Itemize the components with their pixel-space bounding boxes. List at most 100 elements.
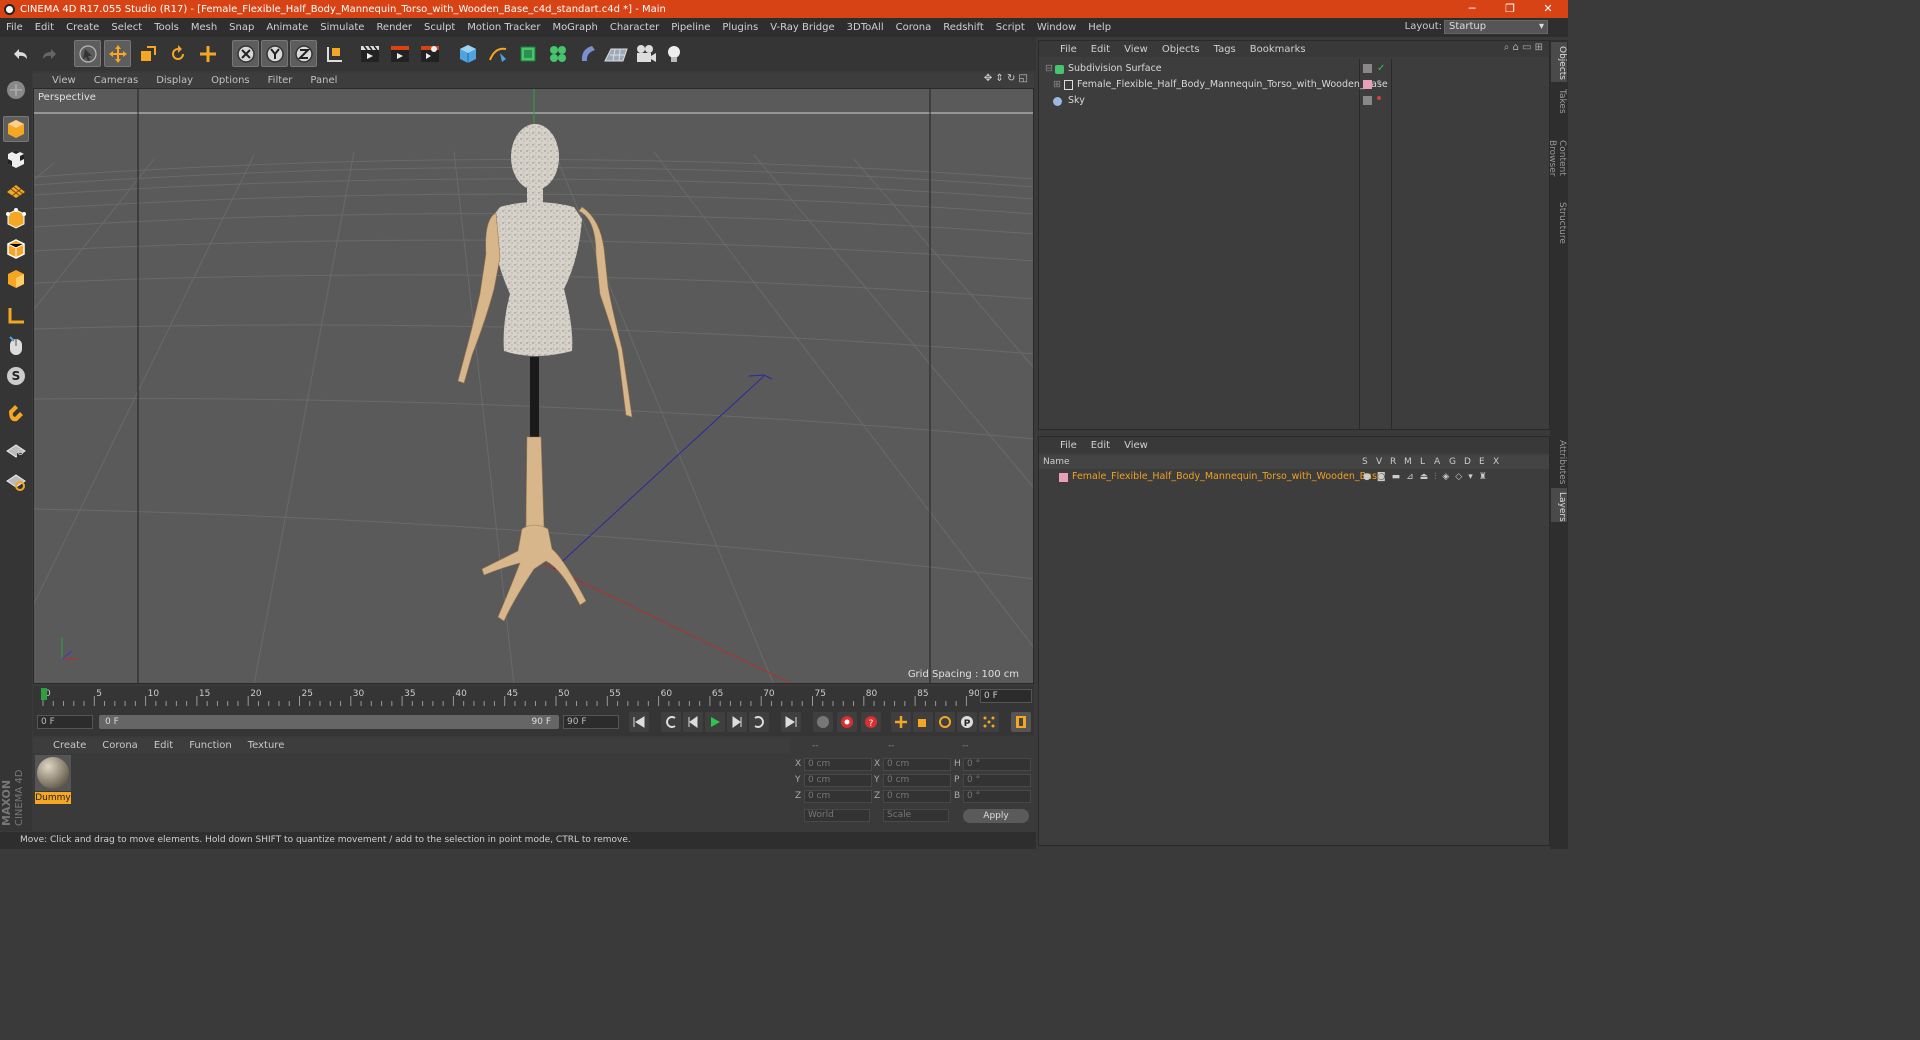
edges-mode-button[interactable] bbox=[3, 236, 29, 262]
menu-3dtoall[interactable]: 3DToAll bbox=[841, 22, 890, 33]
menu-mesh[interactable]: Mesh bbox=[185, 22, 223, 33]
menu-sculpt[interactable]: Sculpt bbox=[418, 22, 461, 33]
layer-flag-x[interactable]: X bbox=[1493, 455, 1499, 469]
prev-frame-button[interactable] bbox=[683, 712, 703, 732]
menu-tools[interactable]: Tools bbox=[148, 22, 185, 33]
record-active-button[interactable] bbox=[837, 712, 857, 732]
scale-tool-button[interactable] bbox=[134, 40, 161, 67]
tab-attributes[interactable]: Attributes bbox=[1551, 436, 1567, 486]
tab-layers[interactable]: Layers bbox=[1551, 488, 1567, 522]
tab-objects[interactable]: Objects bbox=[1551, 42, 1567, 82]
x-axis-button[interactable] bbox=[232, 40, 259, 67]
tab-content-browser[interactable]: Content Browser bbox=[1547, 120, 1567, 196]
menu-snap[interactable]: Snap bbox=[223, 22, 260, 33]
om-menu-tags[interactable]: Tags bbox=[1207, 44, 1243, 55]
size-y-field[interactable]: 0 cm bbox=[883, 774, 951, 787]
move-tool-button[interactable] bbox=[104, 40, 131, 67]
spline-pen-button[interactable] bbox=[484, 40, 511, 67]
layer-row[interactable]: Female_Flexible_Half_Body_Mannequin_Tors… bbox=[1039, 469, 1549, 485]
rotation-b-field[interactable]: 0 ° bbox=[963, 790, 1031, 803]
grid-enable-button[interactable] bbox=[3, 469, 29, 495]
mograph-cloner-button[interactable] bbox=[544, 40, 571, 67]
floor-button[interactable] bbox=[602, 40, 629, 67]
layer-flag-d[interactable]: D bbox=[1464, 455, 1471, 469]
viewport-menu-panel[interactable]: Panel bbox=[301, 75, 346, 86]
menu-mograph[interactable]: MoGraph bbox=[546, 22, 603, 33]
material-swatch-dummy[interactable]: Dummy bbox=[35, 755, 71, 805]
menu-window[interactable]: Window bbox=[1031, 22, 1082, 33]
next-keyframe-button[interactable] bbox=[749, 712, 769, 732]
menu-plugins[interactable]: Plugins bbox=[716, 22, 764, 33]
solo-button[interactable]: S bbox=[3, 363, 29, 389]
lm-menu-edit[interactable]: Edit bbox=[1084, 440, 1117, 451]
key-pla-button[interactable] bbox=[979, 712, 999, 732]
menu-pipeline[interactable]: Pipeline bbox=[665, 22, 716, 33]
menu-corona[interactable]: Corona bbox=[890, 22, 938, 33]
layer-color-icon[interactable] bbox=[1363, 80, 1372, 89]
viewport-menu-cameras[interactable]: Cameras bbox=[85, 75, 147, 86]
y-axis-button[interactable] bbox=[261, 40, 288, 67]
menu-create[interactable]: Create bbox=[60, 22, 105, 33]
position-z-field[interactable]: 0 cm bbox=[804, 790, 872, 803]
menu-script[interactable]: Script bbox=[990, 22, 1031, 33]
om-menu-edit[interactable]: Edit bbox=[1084, 44, 1117, 55]
om-menu-view[interactable]: View bbox=[1117, 44, 1155, 55]
prev-keyframe-button[interactable] bbox=[661, 712, 681, 732]
lm-menu-view[interactable]: View bbox=[1117, 440, 1155, 451]
material-menu-corona[interactable]: Corona bbox=[94, 740, 146, 751]
position-x-field[interactable]: 0 cm bbox=[804, 758, 872, 771]
cube-primitive-button[interactable] bbox=[454, 40, 481, 67]
apply-button[interactable]: Apply bbox=[963, 809, 1029, 823]
object-row[interactable]: Sky bbox=[1039, 93, 1549, 109]
layer-flag-icons[interactable]: ●◙▬⊿⏏⫶◈◇▾♜ bbox=[1363, 469, 1493, 485]
make-editable-button[interactable] bbox=[3, 77, 29, 103]
model-mode-button[interactable] bbox=[3, 116, 29, 142]
om-menu-file[interactable]: File bbox=[1053, 44, 1084, 55]
rotate-tool-button[interactable] bbox=[164, 40, 191, 67]
timeline-window-button[interactable] bbox=[1011, 712, 1031, 732]
search-icon[interactable]: ⌕ ⌂ ▭ ⊞ bbox=[1504, 42, 1543, 53]
render-view-button[interactable] bbox=[356, 40, 383, 67]
menu-redshift[interactable]: Redshift bbox=[937, 22, 990, 33]
goto-end-button[interactable] bbox=[781, 712, 801, 732]
size-mode-dropdown[interactable]: Scale bbox=[883, 809, 949, 822]
menu-vray-bridge[interactable]: V-Ray Bridge bbox=[764, 22, 840, 33]
deformer-button[interactable] bbox=[574, 40, 601, 67]
viewport-nav-icons[interactable]: ✥ ⇕ ↻ ◱ bbox=[984, 73, 1028, 84]
tab-takes[interactable]: Takes bbox=[1551, 84, 1567, 118]
key-param-button[interactable]: P bbox=[957, 712, 977, 732]
render-to-picture-viewer-button[interactable] bbox=[386, 40, 413, 67]
enabled-check-icon[interactable]: ✓ bbox=[1377, 61, 1385, 77]
tweak-mode-button[interactable] bbox=[3, 333, 29, 359]
close-button[interactable]: ✕ bbox=[1530, 0, 1566, 18]
viewport-menu-filter[interactable]: Filter bbox=[259, 75, 302, 86]
restore-button[interactable]: ❐ bbox=[1492, 0, 1528, 18]
layer-flag-m[interactable]: M bbox=[1404, 455, 1412, 469]
layout-dropdown[interactable]: Startup ▾ bbox=[1444, 20, 1548, 34]
layer-flag-e[interactable]: E bbox=[1479, 455, 1485, 469]
layer-flag-r[interactable]: R bbox=[1390, 455, 1396, 469]
undo-button[interactable] bbox=[6, 40, 33, 67]
menu-help[interactable]: Help bbox=[1082, 22, 1117, 33]
object-row[interactable]: ⊟ Subdivision Surface ✓ bbox=[1039, 61, 1549, 77]
record-disabled-button[interactable] bbox=[813, 712, 833, 732]
rotation-p-field[interactable]: 0 ° bbox=[963, 774, 1031, 787]
viewport-menu-display[interactable]: Display bbox=[147, 75, 202, 86]
light-button[interactable] bbox=[660, 40, 687, 67]
om-menu-objects[interactable]: Objects bbox=[1155, 44, 1207, 55]
om-menu-bookmarks[interactable]: Bookmarks bbox=[1243, 44, 1313, 55]
material-menu-texture[interactable]: Texture bbox=[240, 740, 293, 751]
key-scale-button[interactable] bbox=[913, 712, 933, 732]
recent-tool-button[interactable] bbox=[194, 40, 221, 67]
viewport-menu-options[interactable]: Options bbox=[202, 75, 259, 86]
perspective-viewport[interactable]: Perspective Grid Spacing : 100 cm bbox=[33, 88, 1034, 684]
minimize-button[interactable]: ─ bbox=[1454, 0, 1490, 18]
lm-menu-file[interactable]: File bbox=[1053, 440, 1084, 451]
autokey-button[interactable]: ? bbox=[861, 712, 881, 732]
menu-edit[interactable]: Edit bbox=[29, 22, 60, 33]
menu-character[interactable]: Character bbox=[604, 22, 665, 33]
rotation-h-field[interactable]: 0 ° bbox=[963, 758, 1031, 771]
material-menu-edit[interactable]: Edit bbox=[146, 740, 181, 751]
camera-button[interactable] bbox=[632, 40, 659, 67]
editor-visibility-icon[interactable] bbox=[1363, 64, 1372, 73]
